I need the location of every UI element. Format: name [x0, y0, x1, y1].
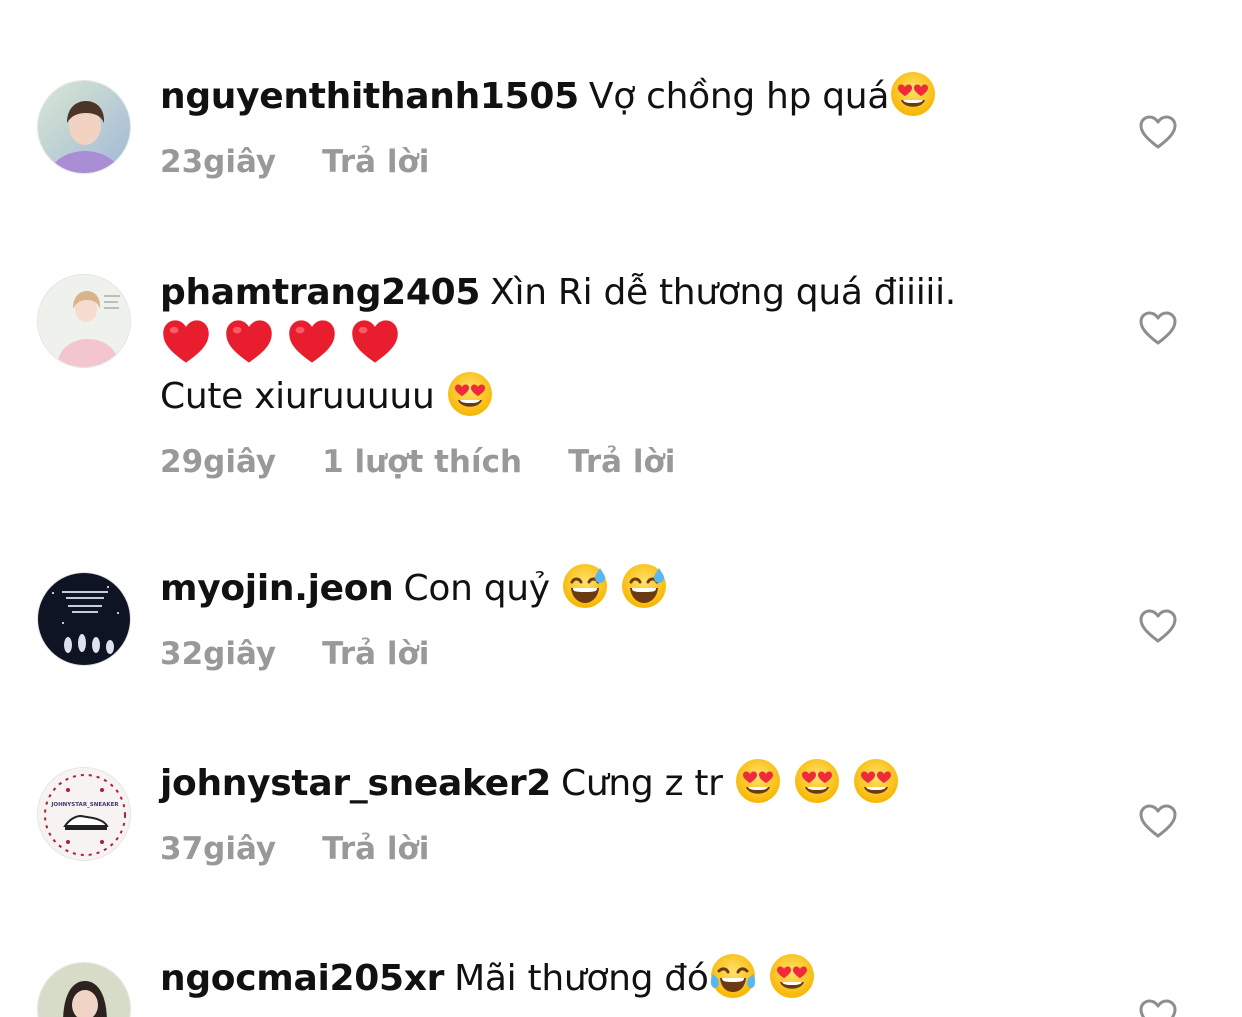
comments-list: nguyenthithanh1505 Vợ chồng hp quá 23giây…	[0, 0, 1242, 1017]
heart-eyes-emoji	[734, 757, 782, 805]
comment-time: 37giây	[160, 831, 277, 867]
sweat-smile-emoji	[620, 562, 668, 610]
heart-eyes-emoji	[889, 70, 937, 118]
comment-text-line: myojin.jeon Con quỷ	[160, 564, 1122, 614]
tears-of-joy-emoji	[709, 952, 757, 1000]
comment-text: Mãi thương đó	[454, 958, 709, 999]
likes-count[interactable]: 1 lượt thích	[322, 444, 522, 480]
sweat-smile-emoji	[561, 562, 609, 610]
reply-button[interactable]: Trả lời	[322, 636, 429, 672]
avatar-photo	[38, 275, 130, 367]
avatar-photo	[38, 963, 130, 1017]
heart-eyes-emoji	[446, 370, 494, 418]
avatar[interactable]: JOHNYSTAR_SNEAKER	[37, 767, 131, 861]
comment-time: 32giây	[160, 636, 277, 672]
heart-eyes-emoji	[793, 757, 841, 805]
red-heart-emoji	[286, 316, 338, 368]
comment-text-line: johnystar_sneaker2 Cưng z tr	[160, 759, 1122, 809]
comment-meta: 29giây 1 lượt thích Trả lời	[160, 444, 1122, 480]
red-heart-emoji	[349, 316, 401, 368]
avatar-brand-text: JOHNYSTAR_SNEAKER	[50, 802, 119, 808]
comment-text: Xìn Ri dễ thương quá điiiii.	[490, 272, 956, 313]
comment-meta: 32giây Trả lời	[160, 636, 1122, 672]
red-heart-emoji	[160, 316, 212, 368]
comment-text-line: nguyenthithanh1505 Vợ chồng hp quá	[160, 72, 1122, 122]
comment-body: phamtrang2405 Xìn Ri dễ thương quá điiiii…	[160, 268, 1122, 480]
comment-text-line3: Cute xiuruuuuu	[160, 376, 435, 417]
like-heart-icon[interactable]	[1138, 608, 1178, 644]
comment-text: Vợ chồng hp quá	[588, 76, 890, 117]
comment-text: Cưng z tr	[561, 763, 723, 804]
avatar[interactable]	[37, 572, 131, 666]
comment-username[interactable]: phamtrang2405	[160, 272, 480, 313]
comment-time: 23giây	[160, 144, 277, 180]
avatar[interactable]	[37, 962, 131, 1017]
comment-text-line: ngocmai205xr Mãi thương đó	[160, 954, 1122, 1004]
reply-button[interactable]: Trả lời	[322, 144, 429, 180]
comment-meta: 23giây Trả lời	[160, 144, 1122, 180]
reply-button[interactable]: Trả lời	[322, 831, 429, 867]
avatar-photo: JOHNYSTAR_SNEAKER	[38, 768, 130, 860]
comment-text: Con quỷ	[403, 568, 551, 609]
avatar[interactable]	[37, 274, 131, 368]
heart-eyes-emoji	[768, 952, 816, 1000]
comment-time: 29giây	[160, 444, 277, 480]
comment-text-line: Cute xiuruuuuu	[160, 372, 1122, 422]
comment-body: johnystar_sneaker2 Cưng z tr 37giây Trả lờ…	[160, 759, 1122, 867]
comment-username[interactable]: johnystar_sneaker2	[160, 763, 551, 804]
comment-username[interactable]: myojin.jeon	[160, 568, 394, 609]
avatar-photo	[38, 81, 130, 173]
like-heart-icon[interactable]	[1138, 998, 1178, 1017]
comment-emoji-line	[160, 320, 1122, 370]
comment-username[interactable]: nguyenthithanh1505	[160, 76, 579, 117]
comment-body: nguyenthithanh1505 Vợ chồng hp quá 23giây…	[160, 72, 1122, 180]
comment-username[interactable]: ngocmai205xr	[160, 958, 444, 999]
comment-meta: 37giây Trả lời	[160, 831, 1122, 867]
avatar-photo	[38, 573, 130, 665]
like-heart-icon[interactable]	[1138, 114, 1178, 150]
like-heart-icon[interactable]	[1138, 803, 1178, 839]
comment-body: ngocmai205xr Mãi thương đó	[160, 954, 1122, 1004]
red-heart-emoji	[223, 316, 275, 368]
comment-body: myojin.jeon Con quỷ 32giây Trả lời	[160, 564, 1122, 672]
heart-eyes-emoji	[852, 757, 900, 805]
like-heart-icon[interactable]	[1138, 310, 1178, 346]
reply-button[interactable]: Trả lời	[568, 444, 675, 480]
avatar[interactable]	[37, 80, 131, 174]
comment-text-line: phamtrang2405 Xìn Ri dễ thương quá điiiii…	[160, 268, 1122, 318]
